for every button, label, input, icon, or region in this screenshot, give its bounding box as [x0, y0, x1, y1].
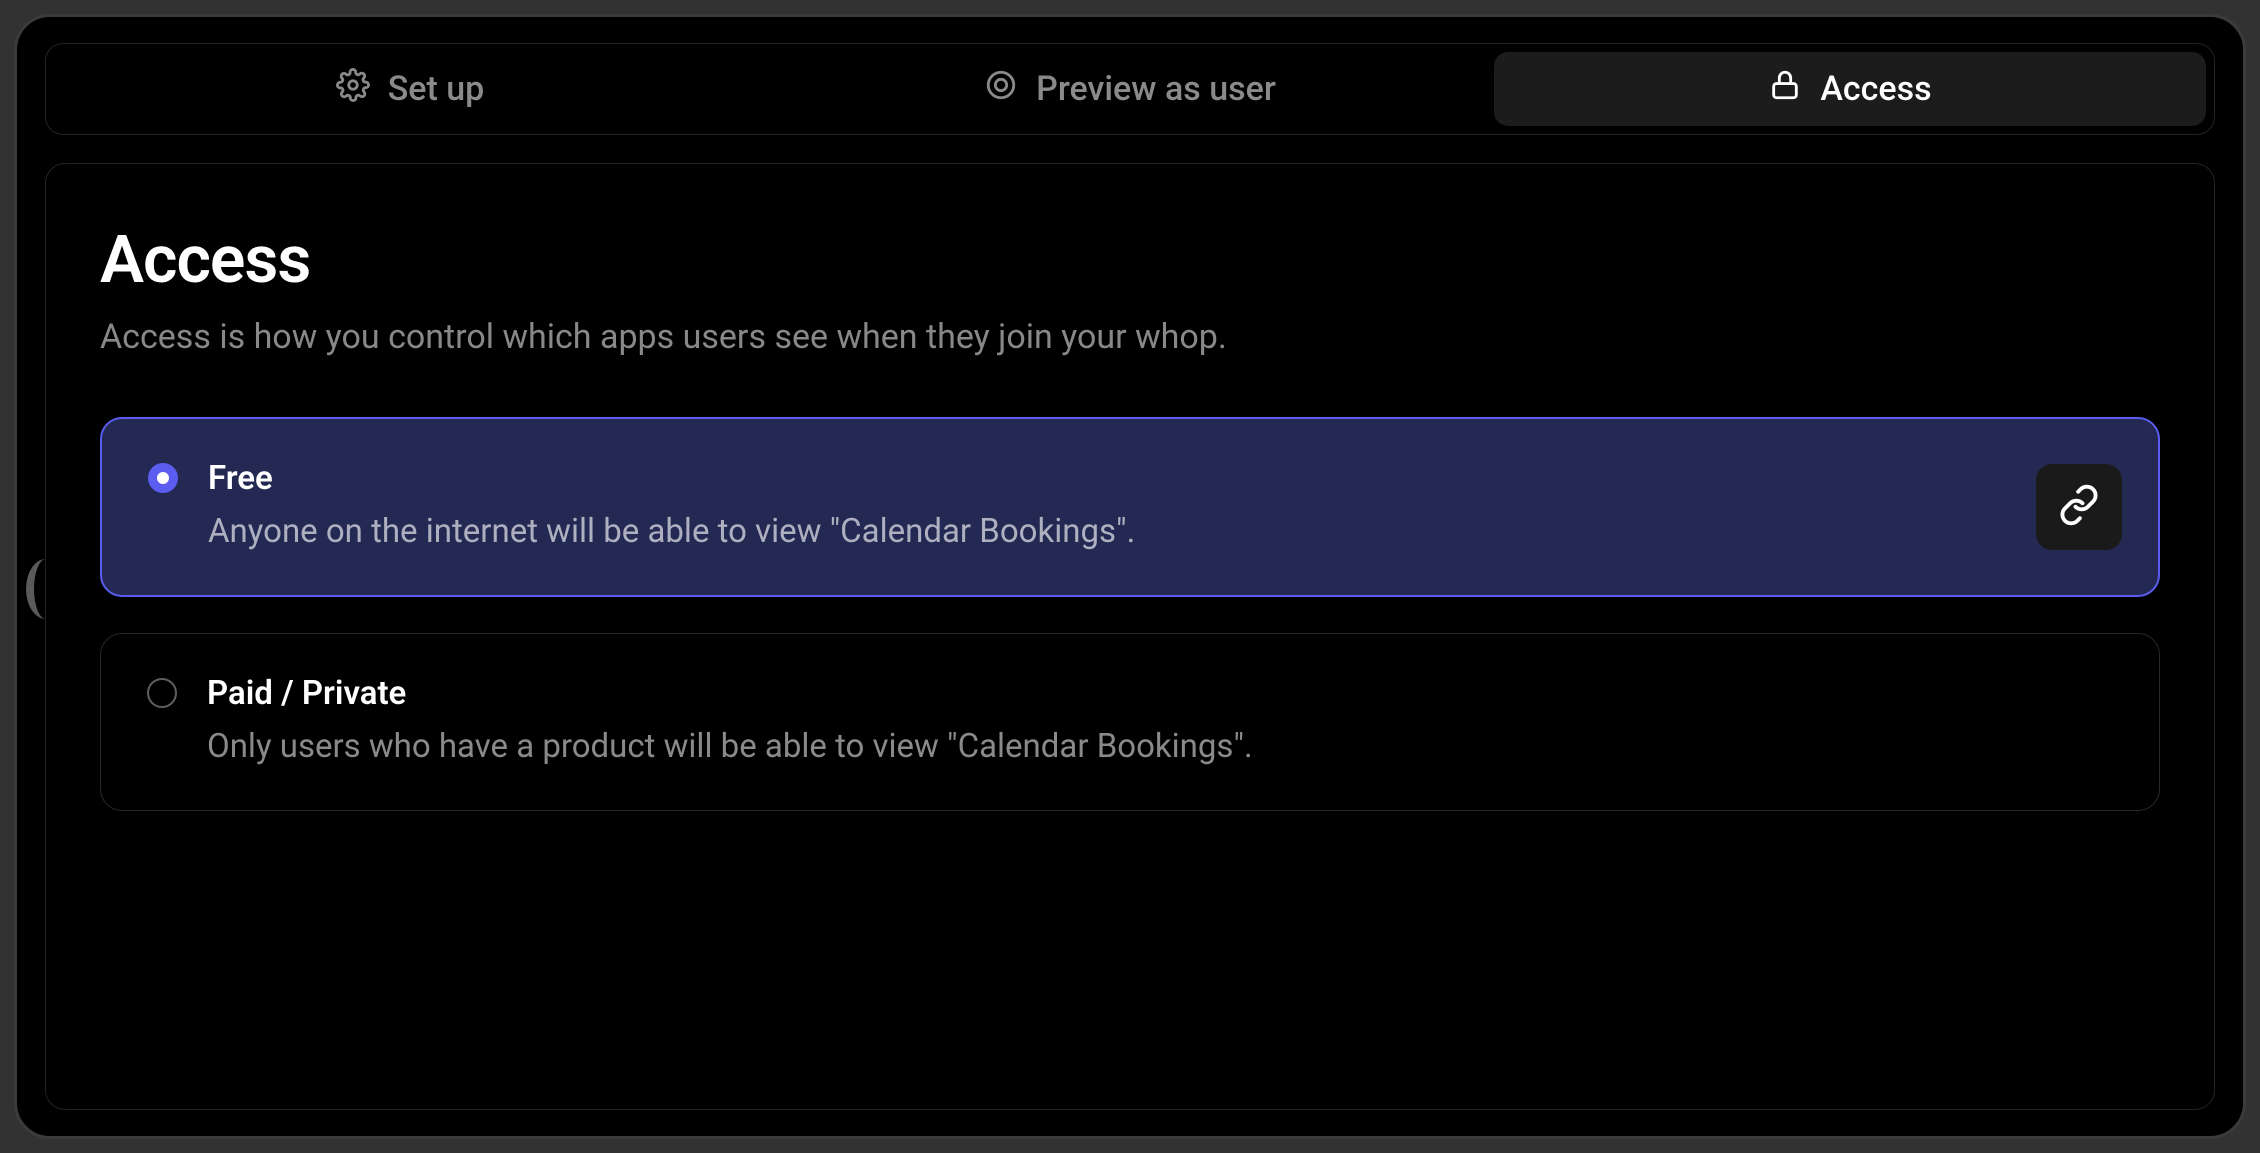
- tab-label: Preview as user: [1036, 69, 1276, 109]
- tab-setup[interactable]: Set up: [54, 52, 766, 126]
- app-window: Set up Preview as user: [14, 14, 2246, 1139]
- copy-link-button[interactable]: [2036, 464, 2122, 550]
- app-frame: Set up Preview as user: [0, 0, 2260, 1153]
- page-description: Access is how you control which apps use…: [100, 317, 2160, 357]
- tab-access[interactable]: Access: [1494, 52, 2206, 126]
- target-icon: [984, 68, 1018, 111]
- tab-label: Set up: [388, 69, 485, 109]
- option-title: Free: [208, 459, 2112, 498]
- lock-icon: [1768, 68, 1802, 111]
- access-panel: Access Access is how you control which a…: [45, 163, 2215, 1110]
- radio-free[interactable]: [148, 463, 178, 493]
- tabbar: Set up Preview as user: [45, 43, 2215, 135]
- tab-preview[interactable]: Preview as user: [774, 52, 1486, 126]
- link-icon: [2058, 484, 2100, 530]
- option-free[interactable]: Free Anyone on the internet will be able…: [100, 417, 2160, 597]
- tab-label: Access: [1820, 69, 1931, 109]
- option-body: Free Anyone on the internet will be able…: [208, 459, 2112, 551]
- option-title: Paid / Private: [207, 674, 2113, 713]
- gear-icon: [336, 68, 370, 111]
- access-options: Free Anyone on the internet will be able…: [100, 417, 2160, 811]
- option-paid-private[interactable]: Paid / Private Only users who have a pro…: [100, 633, 2160, 811]
- radio-paid[interactable]: [147, 678, 177, 708]
- option-description: Only users who have a product will be ab…: [207, 727, 2113, 766]
- page-title: Access: [100, 222, 2160, 299]
- option-body: Paid / Private Only users who have a pro…: [207, 674, 2113, 766]
- option-description: Anyone on the internet will be able to v…: [208, 512, 2112, 551]
- collapse-handle[interactable]: [26, 559, 50, 619]
